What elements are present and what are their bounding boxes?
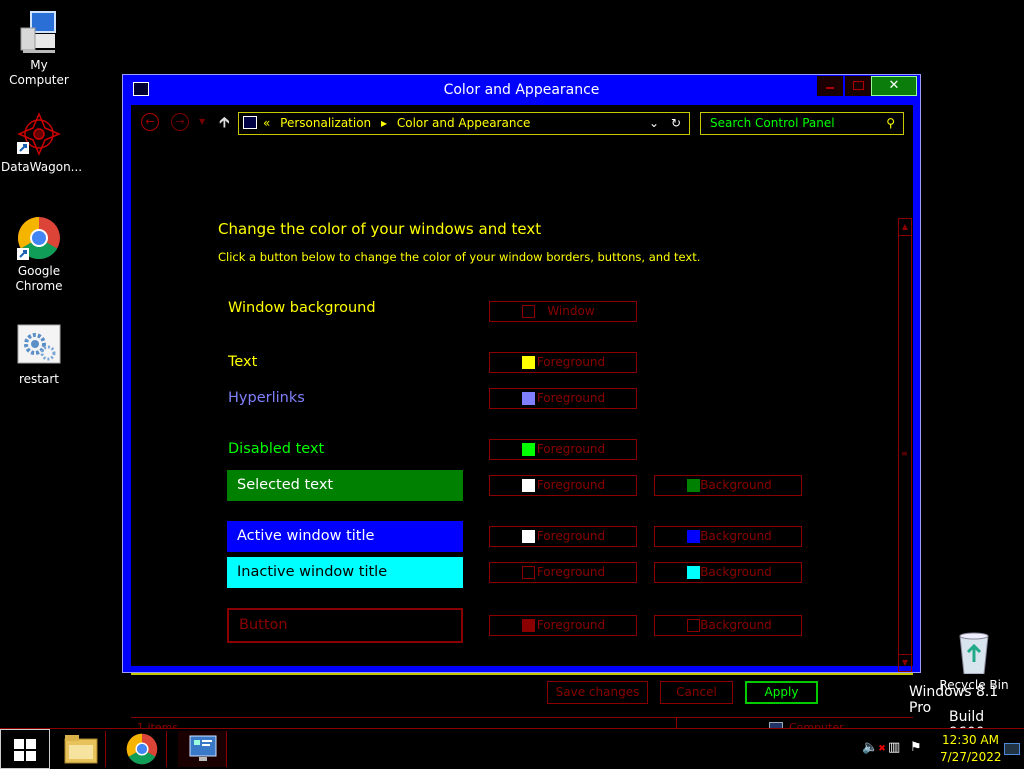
button-foreground-button[interactable]: Foreground bbox=[489, 615, 637, 636]
window-background-button[interactable]: Window bbox=[489, 301, 637, 322]
item-active-window-title: Active window title bbox=[227, 521, 463, 552]
item-inactive-window-title: Inactive window title bbox=[227, 557, 463, 588]
chrome-icon bbox=[126, 733, 158, 765]
item-disabled-text: Disabled text bbox=[228, 441, 325, 457]
inactive-title-background-button[interactable]: Background bbox=[654, 562, 802, 583]
search-icon[interactable]: ⚲ bbox=[886, 113, 895, 134]
color-swatch bbox=[522, 530, 535, 543]
color-swatch bbox=[522, 619, 535, 632]
breadcrumb-item-personalization[interactable]: Personalization bbox=[280, 116, 371, 130]
color-swatch bbox=[522, 566, 535, 579]
up-arrow-icon[interactable]: 🡱 bbox=[219, 112, 230, 137]
selected-text-background-button[interactable]: Background bbox=[654, 475, 802, 496]
desktop-icon-label: restart bbox=[18, 372, 59, 386]
footer-divider bbox=[131, 673, 913, 675]
selected-text-foreground-button[interactable]: Foreground bbox=[489, 475, 637, 496]
taskbar: 🔈✖ ▥ ⚑ 12:30 AM 7/27/2022 bbox=[0, 728, 1024, 769]
page-description: Click a button below to change the color… bbox=[218, 250, 701, 264]
breadcrumb-item-color-appearance[interactable]: Color and Appearance bbox=[397, 116, 531, 130]
item-button: Button bbox=[227, 608, 463, 643]
refresh-icon[interactable]: ↻ bbox=[671, 113, 681, 134]
recycle-bin-icon bbox=[952, 630, 996, 675]
control-panel-icon bbox=[189, 735, 217, 761]
close-button[interactable]: ✕ bbox=[871, 76, 917, 96]
save-changes-button[interactable]: Save changes bbox=[547, 681, 648, 704]
close-icon: ✕ bbox=[888, 78, 900, 93]
network-icon[interactable]: ▥ bbox=[888, 740, 900, 755]
page-title: Change the color of your windows and tex… bbox=[218, 220, 542, 238]
address-bar[interactable]: « Personalization ▸ Color and Appearance… bbox=[238, 112, 690, 135]
active-title-foreground-button[interactable]: Foreground bbox=[489, 526, 637, 547]
breadcrumb-separator[interactable]: ▸ bbox=[381, 116, 387, 130]
search-input[interactable]: Search Control Panel ⚲ bbox=[700, 112, 904, 135]
cancel-button[interactable]: Cancel bbox=[660, 681, 733, 704]
color-swatch bbox=[522, 479, 535, 492]
start-button[interactable] bbox=[0, 729, 50, 769]
item-hyperlinks: Hyperlinks bbox=[228, 390, 305, 406]
text-foreground-button[interactable]: Foreground bbox=[489, 352, 637, 373]
vertical-scrollbar[interactable]: ▲ ≡ ▼ bbox=[898, 218, 912, 672]
system-tray: 🔈✖ ▥ ⚑ 12:30 AM 7/27/2022 bbox=[854, 729, 1024, 769]
desktop-icon-datawagon[interactable]: DataWagon... bbox=[1, 112, 83, 175]
window-title: Color and Appearance bbox=[443, 82, 600, 98]
button-background-button[interactable]: Background bbox=[654, 615, 802, 636]
computer-icon bbox=[17, 10, 61, 54]
color-swatch bbox=[687, 530, 700, 543]
color-swatch bbox=[522, 392, 535, 405]
color-swatch bbox=[522, 443, 535, 456]
speaker-muted-icon[interactable]: 🔈✖ bbox=[862, 740, 886, 755]
disabled-text-foreground-button[interactable]: Foreground bbox=[489, 439, 637, 460]
scroll-grip-icon[interactable]: ≡ bbox=[901, 449, 908, 458]
maximize-button[interactable] bbox=[845, 76, 871, 96]
desktop-icon-my-computer[interactable]: My Computer bbox=[1, 10, 77, 88]
window-client-area: ← → ▼ 🡱 « Personalization ▸ Color and Ap… bbox=[131, 105, 913, 738]
desktop-icon-google-chrome[interactable]: Google Chrome bbox=[1, 216, 77, 294]
clock-time[interactable]: 12:30 AM bbox=[942, 733, 999, 747]
forward-arrow-icon: → bbox=[175, 115, 185, 128]
color-appearance-window: Color and Appearance ✕ ← → ▼ 🡱 « Persona… bbox=[122, 74, 921, 738]
forward-button[interactable]: → bbox=[171, 113, 189, 131]
color-swatch bbox=[522, 356, 535, 369]
address-dropdown-icon[interactable]: ⌄ bbox=[649, 113, 659, 134]
control-panel-icon bbox=[243, 116, 257, 129]
color-swatch bbox=[687, 566, 700, 579]
clock-date[interactable]: 7/27/2022 bbox=[940, 750, 1002, 764]
action-center-flag-icon[interactable]: ⚑ bbox=[910, 740, 922, 755]
desktop-icon-label: DataWagon... bbox=[1, 160, 83, 174]
chrome-icon bbox=[17, 216, 61, 260]
folder-icon bbox=[64, 735, 98, 764]
back-arrow-icon: ← bbox=[145, 115, 155, 128]
item-text: Text bbox=[228, 354, 258, 370]
taskbar-chrome[interactable] bbox=[118, 731, 167, 767]
active-title-background-button[interactable]: Background bbox=[654, 526, 802, 547]
desktop-icon-label: My Computer bbox=[9, 58, 69, 87]
color-swatch bbox=[522, 305, 535, 318]
settings-gears-icon bbox=[17, 324, 61, 368]
item-selected-text: Selected text bbox=[227, 470, 463, 501]
taskbar-control-panel[interactable] bbox=[178, 731, 227, 767]
breadcrumb-overflow[interactable]: « bbox=[263, 116, 270, 130]
recent-pages-dropdown[interactable]: ▼ bbox=[199, 117, 205, 126]
apply-button[interactable]: Apply bbox=[745, 681, 818, 704]
color-swatch bbox=[687, 619, 700, 632]
inactive-title-foreground-button[interactable]: Foreground bbox=[489, 562, 637, 583]
scroll-up-icon[interactable]: ▲ bbox=[899, 219, 911, 236]
item-window-background: Window background bbox=[228, 300, 376, 316]
scroll-down-icon[interactable]: ▼ bbox=[899, 654, 911, 671]
desktop-icon-restart[interactable]: restart bbox=[1, 324, 77, 387]
breadcrumb: « Personalization ▸ Color and Appearance bbox=[263, 113, 536, 134]
color-swatch bbox=[687, 479, 700, 492]
minimize-button[interactable] bbox=[817, 76, 843, 96]
hyperlinks-foreground-button[interactable]: Foreground bbox=[489, 388, 637, 409]
taskbar-file-explorer[interactable] bbox=[57, 731, 106, 767]
search-placeholder: Search Control Panel bbox=[710, 116, 835, 130]
datawagon-icon bbox=[17, 112, 61, 156]
show-desktop-icon[interactable] bbox=[1004, 743, 1020, 755]
back-button[interactable]: ← bbox=[141, 113, 159, 131]
desktop-icon-label: Google Chrome bbox=[15, 264, 63, 293]
